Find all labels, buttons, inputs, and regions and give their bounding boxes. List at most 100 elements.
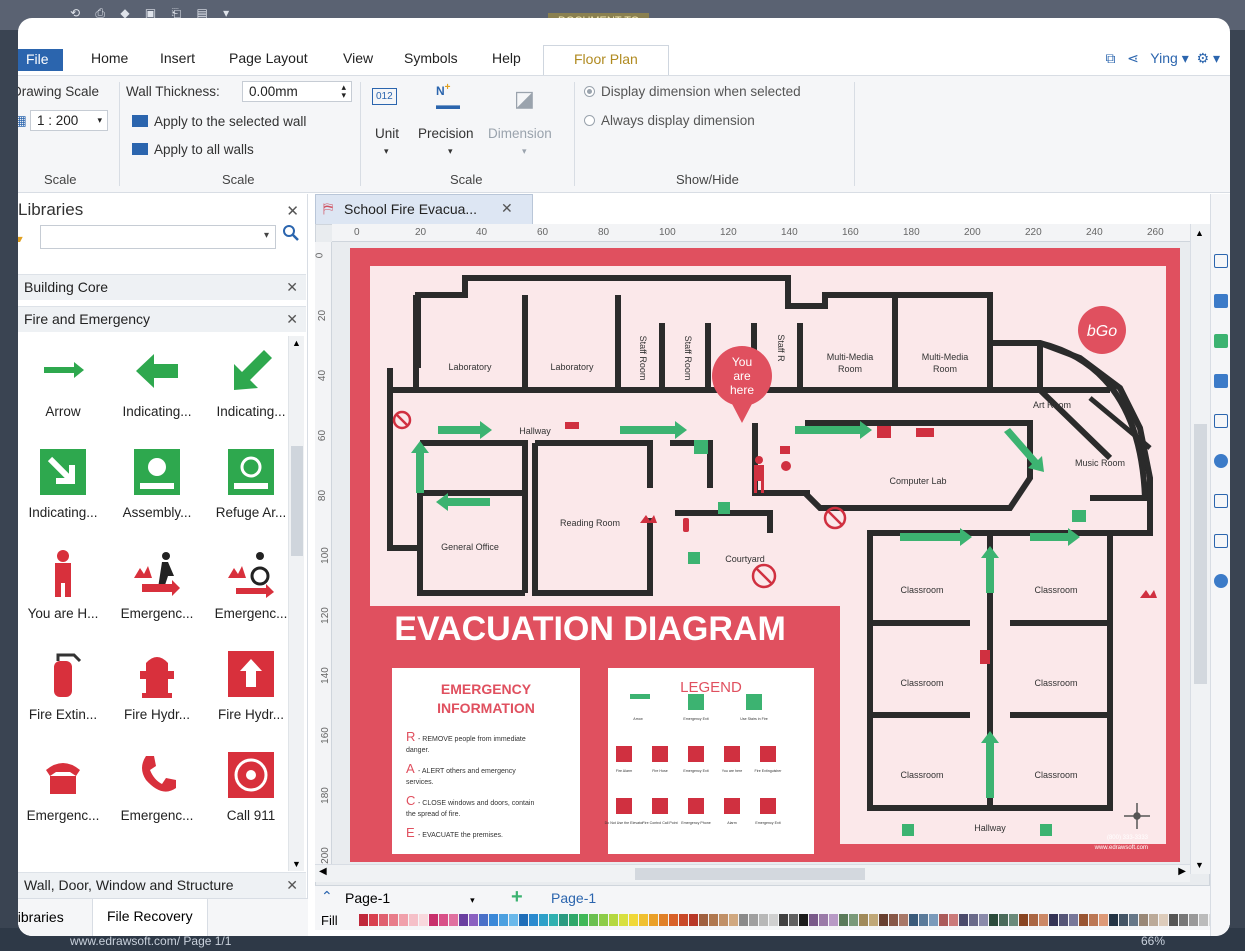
color-swatch[interactable] xyxy=(1159,914,1168,926)
color-swatch[interactable] xyxy=(999,914,1008,926)
tab-symbols[interactable]: Symbols xyxy=(404,50,458,66)
chevron-down-icon[interactable]: ▾ xyxy=(384,146,389,157)
color-swatch[interactable] xyxy=(769,914,778,926)
settings-icon[interactable]: ⚙ xyxy=(1197,50,1210,66)
color-swatch[interactable] xyxy=(1059,914,1068,926)
color-swatch[interactable] xyxy=(1029,914,1038,926)
close-icon[interactable]: ✕ xyxy=(286,877,298,894)
tab-page-layout[interactable]: Page Layout xyxy=(229,50,308,66)
color-swatch[interactable] xyxy=(409,914,418,926)
tab-help[interactable]: Help xyxy=(492,50,521,66)
color-swatch[interactable] xyxy=(789,914,798,926)
color-swatch[interactable] xyxy=(829,914,838,926)
search-icon[interactable] xyxy=(282,224,300,242)
share-icon[interactable]: ⋖ xyxy=(1127,50,1139,66)
close-icon[interactable]: ✕ xyxy=(286,279,298,296)
color-swatch[interactable] xyxy=(359,914,368,926)
color-swatch[interactable] xyxy=(859,914,868,926)
color-swatch[interactable] xyxy=(429,914,438,926)
library-shape[interactable]: Emergenc... xyxy=(18,746,110,846)
color-swatch[interactable] xyxy=(749,914,758,926)
close-icon[interactable]: ✕ xyxy=(501,200,513,217)
color-swatch[interactable] xyxy=(929,914,938,926)
color-swatch[interactable] xyxy=(1079,914,1088,926)
color-swatch[interactable] xyxy=(849,914,858,926)
color-swatch[interactable] xyxy=(689,914,698,926)
page-tab[interactable]: Page-1 xyxy=(551,890,596,906)
color-swatch[interactable] xyxy=(949,914,958,926)
library-search-input[interactable] xyxy=(40,225,276,249)
user-menu[interactable]: Ying xyxy=(1150,50,1178,66)
canvas-horizontal-scrollbar[interactable]: ◀ ▶ xyxy=(315,864,1190,882)
color-swatch[interactable] xyxy=(779,914,788,926)
color-swatch[interactable] xyxy=(1099,914,1108,926)
color-swatch[interactable] xyxy=(889,914,898,926)
color-swatch[interactable] xyxy=(759,914,768,926)
color-swatch[interactable] xyxy=(1009,914,1018,926)
navigator-icon[interactable] xyxy=(1214,454,1228,468)
close-icon[interactable]: ✕ xyxy=(286,202,299,220)
precision-button[interactable]: Precision xyxy=(418,126,474,141)
library-shape[interactable]: Emergenc... xyxy=(204,544,298,644)
library-shape[interactable]: Indicating... xyxy=(110,342,204,442)
color-swatch[interactable] xyxy=(539,914,548,926)
scrollbar-thumb[interactable] xyxy=(635,868,865,880)
color-swatch[interactable] xyxy=(719,914,728,926)
library-icon[interactable]: ▰ xyxy=(18,230,23,247)
color-swatch[interactable] xyxy=(1039,914,1048,926)
comment-icon[interactable] xyxy=(1214,534,1228,548)
document-tab[interactable]: ⛿ School Fire Evacua... ✕ xyxy=(315,194,533,224)
color-swatch[interactable] xyxy=(649,914,658,926)
color-swatch[interactable] xyxy=(469,914,478,926)
canvas-vertical-scrollbar[interactable]: ▲ ▼ xyxy=(1190,224,1210,874)
color-swatch[interactable] xyxy=(459,914,468,926)
edit-icon[interactable] xyxy=(1214,254,1228,268)
image-icon[interactable] xyxy=(1214,374,1228,388)
color-swatch[interactable] xyxy=(919,914,928,926)
color-swatch[interactable] xyxy=(879,914,888,926)
library-shape[interactable]: Arrow xyxy=(18,342,110,442)
close-icon[interactable]: ✕ xyxy=(286,311,298,328)
color-swatch[interactable] xyxy=(699,914,708,926)
color-swatch[interactable] xyxy=(629,914,638,926)
chart-icon[interactable] xyxy=(1214,334,1228,348)
tab-file[interactable]: File xyxy=(18,49,63,71)
tab-home[interactable]: Home xyxy=(91,50,128,66)
scroll-up-icon[interactable]: ▲ xyxy=(1195,228,1204,238)
color-swatch[interactable] xyxy=(1109,914,1118,926)
library-scrollbar[interactable]: ▲ ▼ xyxy=(288,336,304,871)
library-shape[interactable]: Indicating... xyxy=(204,342,298,442)
apply-all-walls-button[interactable]: Apply to all walls xyxy=(132,142,254,157)
screen-icon[interactable]: ⧉ xyxy=(1105,50,1115,66)
format-icon[interactable] xyxy=(1214,294,1228,308)
color-swatch[interactable] xyxy=(969,914,978,926)
unit-button[interactable]: Unit xyxy=(375,126,399,141)
color-swatch[interactable] xyxy=(1169,914,1178,926)
scroll-up-icon[interactable]: ▲ xyxy=(292,338,301,348)
color-swatch[interactable] xyxy=(819,914,828,926)
library-shape[interactable]: Fire Hydr... xyxy=(110,645,204,745)
dimension-button[interactable]: Dimension xyxy=(488,126,552,141)
color-swatch[interactable] xyxy=(799,914,808,926)
color-swatch[interactable] xyxy=(909,914,918,926)
color-swatch[interactable] xyxy=(869,914,878,926)
color-swatch[interactable] xyxy=(549,914,558,926)
color-swatch[interactable] xyxy=(599,914,608,926)
color-swatch[interactable] xyxy=(509,914,518,926)
color-swatch[interactable] xyxy=(709,914,718,926)
color-swatch[interactable] xyxy=(589,914,598,926)
color-swatch[interactable] xyxy=(1139,914,1148,926)
add-page-icon[interactable]: + xyxy=(511,886,523,909)
color-swatch[interactable] xyxy=(809,914,818,926)
library-shape[interactable]: Refuge Ar... xyxy=(204,443,298,543)
color-swatch[interactable] xyxy=(1189,914,1198,926)
color-swatch[interactable] xyxy=(979,914,988,926)
library-shape[interactable]: Call 911 xyxy=(204,746,298,846)
color-swatch[interactable] xyxy=(369,914,378,926)
color-swatch[interactable] xyxy=(479,914,488,926)
color-swatch[interactable] xyxy=(1119,914,1128,926)
page-select[interactable]: Page-1 ▾ xyxy=(345,890,475,906)
color-swatch[interactable] xyxy=(419,914,428,926)
scrollbar-thumb[interactable] xyxy=(1194,424,1207,684)
chevron-down-icon[interactable]: ▾ xyxy=(522,146,527,157)
